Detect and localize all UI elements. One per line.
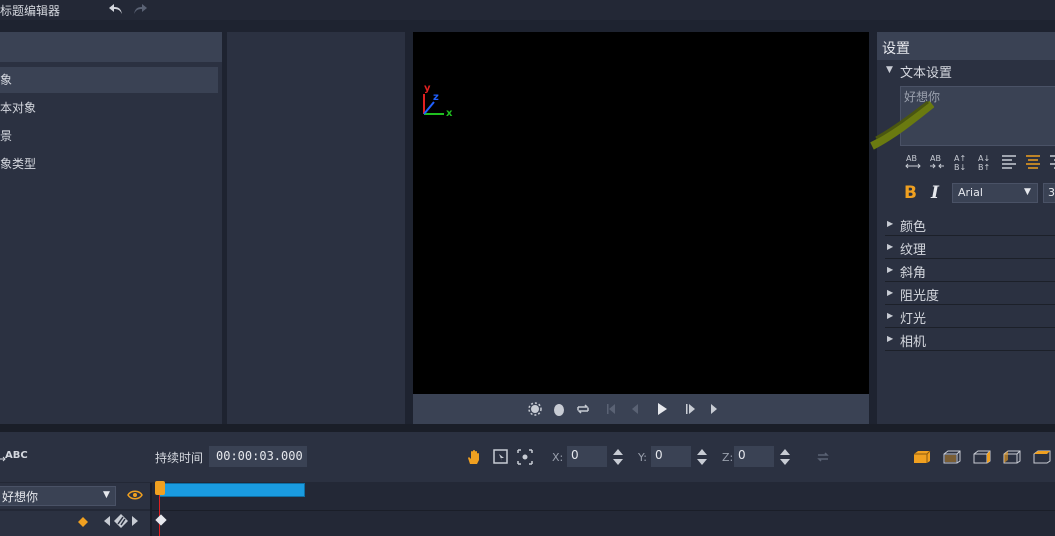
app-title: 标题编辑器 [0, 4, 61, 18]
object-item[interactable]: 象类型 [0, 151, 218, 177]
timeline-clip[interactable] [159, 483, 305, 497]
duration-value: 00:00:03.000 [216, 449, 303, 463]
reset-icon[interactable] [814, 449, 832, 465]
abc-label: ABC [5, 450, 28, 461]
settings-title: 设置 [882, 41, 910, 57]
rotation-handle-icon[interactable] [862, 98, 935, 154]
x-label: X: [552, 451, 564, 464]
expand-right-icon: ▶ [887, 219, 894, 228]
x-spinner-icon[interactable] [612, 447, 624, 467]
chevron-down-icon: ▼ [1024, 187, 1031, 197]
expand-right-icon: ▶ [887, 265, 894, 274]
view-top-icon[interactable] [1032, 449, 1052, 465]
undo-icon[interactable] [108, 2, 124, 16]
svg-text:B↑: B↑ [978, 163, 990, 171]
section-color-label[interactable]: 颜色 [900, 216, 926, 235]
go-to-end-icon[interactable] [706, 401, 722, 417]
eye-icon[interactable] [127, 489, 143, 501]
section-texture-label[interactable]: 纹理 [900, 239, 926, 258]
align-left-icon[interactable] [1000, 153, 1022, 171]
expand-right-icon: ▶ [887, 334, 894, 343]
letter-spacing-wide-icon[interactable]: AB [904, 153, 926, 171]
loop-icon[interactable] [575, 401, 591, 417]
section-bevel-label[interactable]: 斜角 [900, 262, 926, 281]
svg-text:A↑: A↑ [954, 154, 966, 163]
svg-text:A↓: A↓ [978, 154, 990, 163]
svg-text:B↓: B↓ [954, 163, 966, 171]
z-label: Z: [722, 451, 734, 464]
svg-text:AB: AB [906, 154, 917, 163]
view-front-icon[interactable] [912, 449, 932, 465]
z-spinner-icon[interactable] [779, 447, 791, 467]
axis-z-label: z [433, 92, 439, 103]
y-spinner-icon[interactable] [696, 447, 708, 467]
section-lighting-label[interactable]: 灯光 [900, 308, 926, 327]
letter-spacing-narrow-icon[interactable]: AB [928, 153, 950, 171]
axis-y-label: y [424, 83, 431, 94]
keyframe-mode-icon[interactable] [113, 514, 129, 528]
go-to-start-icon[interactable] [603, 401, 619, 417]
select-object-icon[interactable] [492, 449, 510, 465]
row-divider [152, 510, 1055, 511]
axis-x-label: x [446, 108, 453, 119]
next-keyframe-icon[interactable] [131, 515, 139, 527]
view-left-icon[interactable] [972, 449, 992, 465]
x-value: 0 [571, 448, 579, 462]
view-back-icon[interactable] [942, 449, 962, 465]
bold-button[interactable]: B [904, 183, 917, 203]
thumbnail-panel [227, 32, 405, 424]
egg-icon[interactable] [551, 401, 567, 417]
expand-right-icon: ▶ [887, 242, 894, 251]
section-opacity-label[interactable]: 阻光度 [900, 285, 939, 304]
settings-gear-icon[interactable] [527, 401, 543, 417]
objects-panel-header [0, 32, 222, 62]
view-right-icon[interactable] [1002, 449, 1022, 465]
playhead-handle[interactable] [155, 481, 165, 495]
hand-tool-icon[interactable] [465, 449, 483, 465]
next-frame-icon[interactable] [682, 401, 698, 417]
section-camera-label[interactable]: 相机 [900, 331, 926, 350]
line-spacing-down-icon[interactable]: A↓ B↑ [976, 153, 998, 172]
object-item[interactable]: 象 [0, 67, 218, 93]
font-family-value: Arial [958, 186, 983, 199]
object-item[interactable]: 景 [0, 123, 218, 149]
title-bar [0, 0, 1055, 20]
prev-keyframe-icon[interactable] [103, 515, 111, 527]
line-spacing-up-icon[interactable]: A↑ B↓ [952, 153, 974, 172]
align-center-icon[interactable] [1024, 153, 1046, 171]
y-value: 0 [655, 448, 663, 462]
expand-right-icon: ▶ [887, 311, 894, 320]
z-value: 0 [738, 448, 746, 462]
panel-divider[interactable] [0, 424, 1055, 432]
font-size-value: 3 [1048, 186, 1055, 199]
add-keyframe-icon[interactable] [78, 516, 88, 527]
redo-icon[interactable] [132, 2, 148, 16]
object-item[interactable]: 本对象 [0, 95, 218, 121]
chevron-down-icon: ▼ [103, 490, 110, 500]
svg-text:AB: AB [930, 154, 941, 163]
expand-right-icon: ▶ [887, 288, 894, 297]
align-right-icon[interactable] [1048, 153, 1055, 171]
italic-button[interactable]: I [931, 183, 939, 203]
y-label: Y: [638, 451, 647, 464]
play-icon[interactable] [654, 401, 670, 417]
duration-label: 持续时间 [155, 451, 204, 465]
previous-frame-icon[interactable] [627, 401, 643, 417]
scale-object-icon[interactable] [516, 449, 534, 465]
preview-canvas[interactable] [413, 32, 869, 394]
text-settings-label[interactable]: 文本设置 [900, 62, 952, 81]
expand-down-icon[interactable]: ▼ [886, 65, 893, 75]
track-name: 好想你 [2, 490, 39, 504]
